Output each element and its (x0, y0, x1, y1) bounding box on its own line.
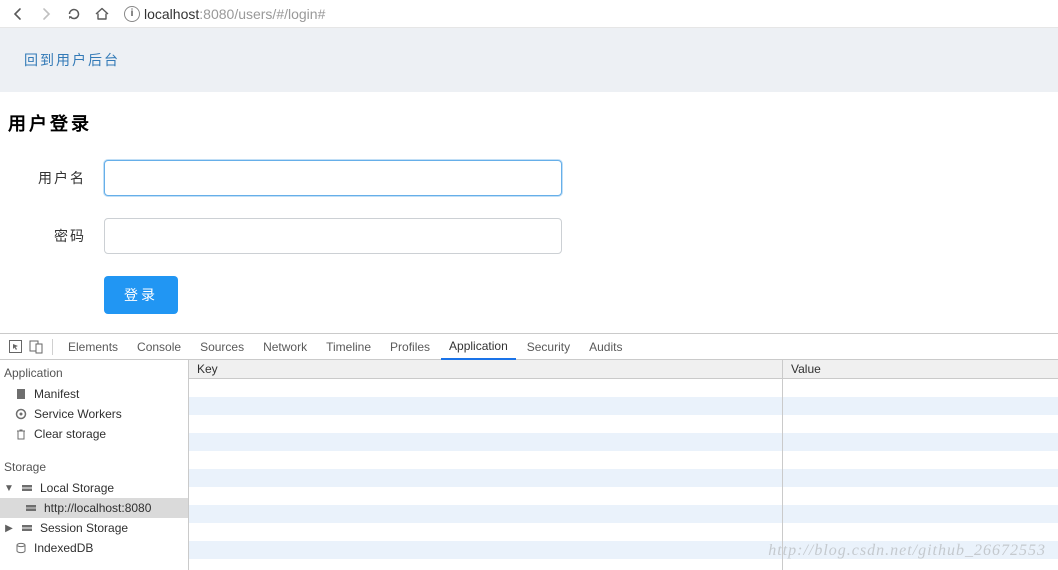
password-label: 密码 (8, 226, 104, 246)
inspect-icon[interactable] (6, 338, 24, 356)
reload-button[interactable] (62, 2, 86, 26)
login-button[interactable]: 登录 (104, 276, 178, 314)
manifest-icon (14, 387, 28, 401)
devtools-storage-table: Key Value (189, 360, 1058, 570)
back-to-dashboard-link[interactable]: 回到用户后台 (24, 52, 120, 68)
tab-network[interactable]: Network (255, 334, 315, 360)
storage-icon (24, 501, 38, 515)
page-content: 回到用户后台 用户登录 用户名 密码 登录 (0, 28, 1058, 338)
devtools-sidebar: Application Manifest Service Workers Cle… (0, 360, 189, 570)
chevron-right-icon: ▶ (4, 523, 14, 534)
username-label: 用户名 (8, 168, 104, 188)
tab-security[interactable]: Security (519, 334, 578, 360)
sidebar-item-manifest[interactable]: Manifest (0, 384, 188, 404)
browser-toolbar: i localhost:8080/users/#/login# (0, 0, 1058, 28)
storage-key-column[interactable] (189, 379, 783, 570)
storage-key-header[interactable]: Key (189, 360, 783, 378)
sidebar-item-indexeddb[interactable]: IndexedDB (0, 538, 188, 558)
database-icon (14, 541, 28, 555)
login-section: 用户登录 用户名 密码 登录 (0, 92, 1058, 338)
page-title: 用户登录 (8, 110, 1050, 136)
gear-icon (14, 407, 28, 421)
tab-sources[interactable]: Sources (192, 334, 252, 360)
url-text: localhost:8080/users/#/login# (144, 6, 325, 22)
sidebar-group-application: Application (0, 360, 188, 384)
tab-console[interactable]: Console (129, 334, 189, 360)
tab-elements[interactable]: Elements (60, 334, 126, 360)
sidebar-item-local-storage-origin[interactable]: http://localhost:8080 (0, 498, 188, 518)
sidebar-item-clear-storage[interactable]: Clear storage (0, 424, 188, 444)
tab-application[interactable]: Application (441, 334, 516, 360)
chevron-down-icon: ▼ (4, 483, 14, 494)
devtools-panel: Elements Console Sources Network Timelin… (0, 333, 1058, 570)
storage-icon (20, 521, 34, 535)
banner: 回到用户后台 (0, 28, 1058, 92)
device-toggle-icon[interactable] (27, 338, 45, 356)
devtools-tabs: Elements Console Sources Network Timelin… (0, 334, 1058, 360)
site-info-icon[interactable]: i (124, 6, 140, 22)
storage-value-column[interactable] (783, 379, 1058, 570)
sidebar-group-storage: Storage (0, 454, 188, 478)
storage-value-header[interactable]: Value (783, 360, 829, 378)
sidebar-item-service-workers[interactable]: Service Workers (0, 404, 188, 424)
password-input[interactable] (104, 218, 562, 254)
tab-timeline[interactable]: Timeline (318, 334, 379, 360)
tab-audits[interactable]: Audits (581, 334, 630, 360)
forward-button[interactable] (34, 2, 58, 26)
address-bar[interactable]: i localhost:8080/users/#/login# (118, 3, 1052, 25)
username-input[interactable] (104, 160, 562, 196)
storage-icon (20, 481, 34, 495)
back-button[interactable] (6, 2, 30, 26)
trash-icon (14, 427, 28, 441)
sidebar-item-local-storage[interactable]: ▼ Local Storage (0, 478, 188, 498)
sidebar-item-session-storage[interactable]: ▶ Session Storage (0, 518, 188, 538)
home-button[interactable] (90, 2, 114, 26)
tab-profiles[interactable]: Profiles (382, 334, 438, 360)
